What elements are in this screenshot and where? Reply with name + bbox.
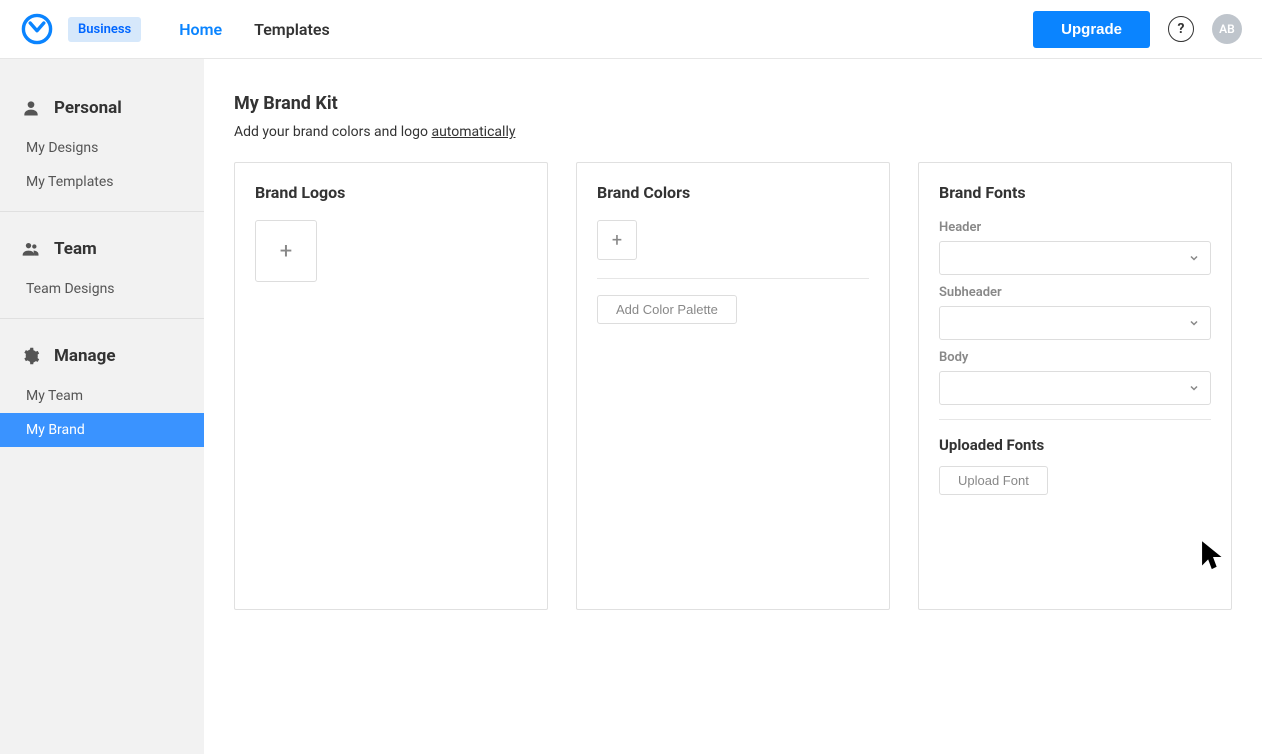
help-icon[interactable]: ? [1168,16,1194,42]
sidebar-item-my-designs[interactable]: My Designs [0,131,204,165]
card-title: Brand Fonts [939,183,1211,202]
plus-icon: + [612,230,622,251]
upload-font-button[interactable]: Upload Font [939,466,1048,495]
sidebar-section-personal: Personal My Designs My Templates [0,89,204,212]
brand-fonts-card: Brand Fonts Header Subheader Body Upload… [918,162,1232,610]
app-logo[interactable] [20,12,54,46]
plus-icon: + [280,239,292,264]
sidebar-item-my-team[interactable]: My Team [0,379,204,413]
uploaded-fonts-title: Uploaded Fonts [939,436,1211,454]
sidebar-item-my-templates[interactable]: My Templates [0,165,204,199]
nav-templates[interactable]: Templates [254,20,330,39]
topbar: Business Home Templates Upgrade ? AB [0,0,1262,59]
nav-home[interactable]: Home [179,20,222,39]
subtitle-link[interactable]: automatically [431,124,515,140]
people-icon [20,238,42,260]
person-icon [20,97,42,119]
gear-icon [20,345,42,367]
body-font-select[interactable] [939,371,1211,405]
card-title: Brand Logos [255,183,527,202]
sidebar: Personal My Designs My Templates Team Te… [0,59,204,754]
sidebar-header-personal: Personal [0,89,204,131]
chevron-down-icon [1188,249,1200,268]
subheader-font-select[interactable] [939,306,1211,340]
header-font-select[interactable] [939,241,1211,275]
page-title: My Brand Kit [234,93,1232,114]
header-font-label: Header [939,220,1211,235]
add-color-palette-button[interactable]: Add Color Palette [597,295,737,324]
add-color-button[interactable]: + [597,220,637,260]
sidebar-item-team-designs[interactable]: Team Designs [0,272,204,306]
brand-colors-card: Brand Colors + Add Color Palette [576,162,890,610]
sidebar-header-label: Personal [54,98,122,118]
sidebar-header-manage: Manage [0,337,204,379]
body-font-label: Body [939,350,1211,365]
card-title: Brand Colors [597,183,869,202]
brand-logos-card: Brand Logos + [234,162,548,610]
upgrade-button[interactable]: Upgrade [1033,11,1150,48]
sidebar-header-label: Manage [54,346,116,366]
sidebar-section-manage: Manage My Team My Brand [0,337,204,459]
divider [597,278,869,279]
avatar[interactable]: AB [1212,14,1242,44]
chevron-down-icon [1188,379,1200,398]
plan-badge: Business [68,17,141,42]
sidebar-header-label: Team [54,239,97,259]
chevron-down-icon [1188,314,1200,333]
main-content: My Brand Kit Add your brand colors and l… [204,59,1262,754]
subheader-font-label: Subheader [939,285,1211,300]
add-logo-button[interactable]: + [255,220,317,282]
divider [939,419,1211,420]
page-subtitle: Add your brand colors and logo automatic… [234,124,1232,140]
sidebar-section-team: Team Team Designs [0,230,204,319]
cursor-icon [1200,540,1226,578]
sidebar-item-my-brand[interactable]: My Brand [0,413,204,447]
sidebar-header-team: Team [0,230,204,272]
subtitle-text: Add your brand colors and logo [234,124,431,140]
